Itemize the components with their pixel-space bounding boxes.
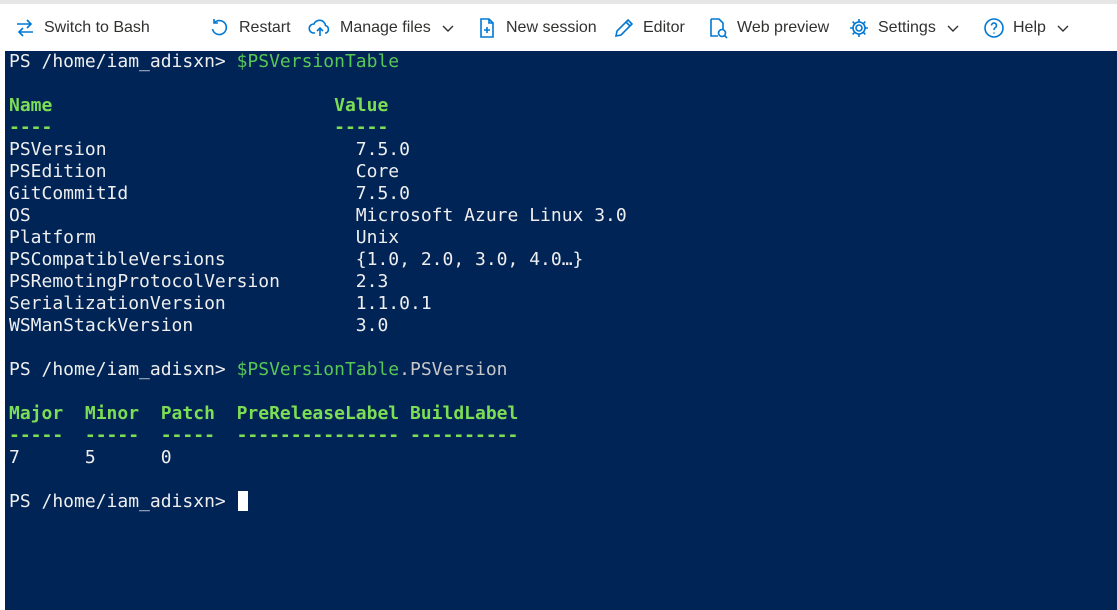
table-row: PSVersion 7.5.0 [9,139,410,160]
chevron-down-icon [946,21,960,35]
settings-label: Settings [878,19,936,36]
prompt-line: PS /home/iam_adisxn> $PSVersionTable [9,51,627,73]
web-preview-label: Web preview [737,19,830,36]
value-header: Value [334,95,389,116]
table-row: Platform Unix [9,227,400,248]
command-variable: $PSVersionTable [236,359,400,380]
manage-files-label: Manage files [340,19,431,36]
switch-icon [14,17,36,39]
name-header: Name [9,95,53,116]
cloud-upload-icon [308,17,332,39]
editor-label: Editor [643,19,685,36]
table-row: OS Microsoft Azure Linux 3.0 [9,205,627,226]
gear-icon [848,17,870,39]
manage-files-button[interactable]: Manage files [308,14,455,42]
help-label: Help [1013,19,1046,36]
version-values-row: 7 5 0 [9,447,172,468]
table-row: GitCommitId 7.5.0 [9,183,410,204]
new-session-button[interactable]: New session [476,14,597,42]
chevron-down-icon [441,21,455,35]
command: $PSVersionTable [236,51,400,72]
table-row: PSRemotingProtocolVersion 2.3 [9,271,389,292]
web-preview-icon [707,17,729,39]
switch-to-bash-label: Switch to Bash [44,19,150,36]
table-underline-row: ---- ----- [9,117,389,138]
cloud-shell-toolbar: Switch to Bash Restart Manage files New … [0,0,1117,51]
table-row: WSManStackVersion 3.0 [9,315,389,336]
restart-button[interactable]: Restart [209,14,291,42]
restart-icon [209,17,231,39]
prompt: PS /home/iam_adisxn> [9,491,237,512]
terminal-output: PS /home/iam_adisxn> $PSVersionTable Nam… [9,51,627,513]
terminal-pane[interactable]: PS /home/iam_adisxn> $PSVersionTable Nam… [5,51,1117,610]
switch-to-bash-button[interactable]: Switch to Bash [14,14,150,42]
settings-button[interactable]: Settings [848,14,960,42]
web-preview-button[interactable]: Web preview [707,14,829,42]
editor-button[interactable]: Editor [613,14,685,42]
prompt: PS /home/iam_adisxn> [9,359,237,380]
table-row: PSCompatibleVersions {1.0, 2.0, 3.0, 4.0… [9,249,584,270]
text-cursor [237,491,248,511]
prompt: PS /home/iam_adisxn> [9,51,237,72]
chevron-down-icon [1056,21,1070,35]
prompt-line: PS /home/iam_adisxn> $PSVersionTable.PSV… [9,359,627,381]
version-underline-row: ----- ----- ----- --------------- ------… [9,425,519,446]
table-header-row: Name Value [9,95,627,117]
new-session-label: New session [506,19,597,36]
table-row: SerializationVersion 1.1.0.1 [9,293,432,314]
active-prompt-line[interactable]: PS /home/iam_adisxn> [9,491,627,513]
help-icon [983,17,1005,39]
new-session-icon [476,17,498,39]
help-button[interactable]: Help [983,14,1070,42]
edit-icon [613,17,635,39]
restart-label: Restart [239,19,291,36]
version-header-row: Major Minor Patch PreReleaseLabel BuildL… [9,403,519,424]
command-property: .PSVersion [399,359,508,380]
table-row: PSEdition Core [9,161,400,182]
